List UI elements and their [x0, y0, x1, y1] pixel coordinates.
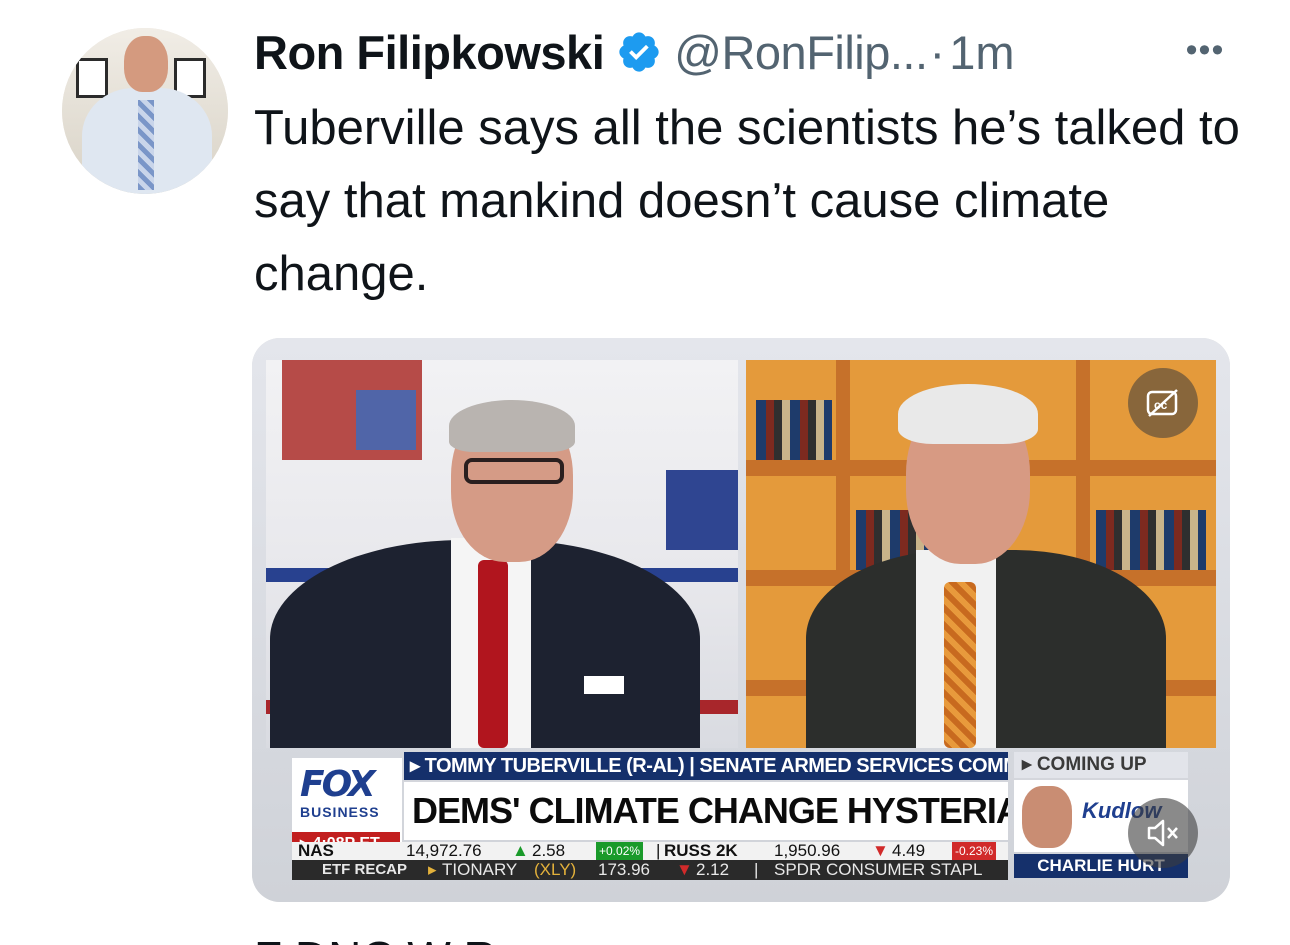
host-tie — [478, 560, 508, 748]
guest-banner: ▸ TOMMY TUBERVILLE (R-AL) | SENATE ARMED… — [404, 752, 1008, 780]
ticker-item-value: 173.96 — [598, 860, 650, 879]
guest-tie — [944, 582, 976, 748]
ticker-arrow-icon: ▸ — [428, 860, 437, 879]
ticker-separator: | — [754, 860, 759, 879]
verified-badge-icon[interactable] — [616, 29, 662, 75]
tweet-header: Ron Filipkowski @RonFilip... · 1m — [254, 24, 1015, 80]
author-avatar[interactable] — [62, 28, 228, 194]
avatar-wall-frame — [76, 58, 108, 98]
speaker-muted-glyph — [1147, 819, 1178, 847]
coming-up-text: COMING UP — [1036, 754, 1147, 775]
ticker-separator: | — [656, 842, 661, 860]
captions-glyph: cc — [1146, 389, 1178, 417]
host-video-panel — [266, 360, 738, 748]
author-name[interactable]: Ron Filipkowski — [254, 25, 605, 80]
host-hair — [449, 400, 575, 452]
ticker-index: NAS — [298, 842, 334, 860]
more-options-icon[interactable]: ••• — [1182, 30, 1228, 70]
ticker-percent: +0.02% — [596, 842, 644, 860]
captions-off-icon[interactable]: cc — [1128, 368, 1198, 438]
ticker-change: 2.58 — [532, 842, 566, 860]
next-tweet-text-partial: F DNC W R — [254, 928, 754, 945]
network-logo-text: FOX — [300, 764, 376, 805]
background-stars — [666, 470, 738, 550]
avatar-tie — [138, 100, 154, 190]
tweet-timestamp[interactable]: 1m — [949, 25, 1014, 80]
ticker-index: RUSS 2K — [664, 842, 738, 860]
author-handle[interactable]: @RonFilip... — [674, 25, 928, 80]
ticker-change: 4.49 — [892, 842, 926, 860]
ticker-down-arrow-icon: ▼ — [872, 842, 889, 860]
bookshelf-books — [756, 400, 832, 460]
guest-hair — [898, 384, 1038, 444]
avatar-head — [124, 36, 168, 92]
ticker-item-change: 2.12 — [696, 860, 730, 879]
ticker-down-arrow-icon: ▼ — [676, 860, 693, 879]
promo-portrait — [1022, 786, 1072, 848]
separator-dot: · — [929, 25, 946, 79]
ticker-up-arrow-icon: ▲ — [512, 842, 529, 860]
video-player[interactable]: FOX BUSINESS ▸ 4:08P ET ▸ TOMMY TUBERVIL… — [252, 338, 1230, 902]
ticker-item-name: SPDR CONSUMER STAPL — [774, 860, 983, 879]
ticker-item-name: TIONARY — [442, 860, 518, 879]
volume-muted-icon[interactable] — [1128, 798, 1198, 868]
host-pocket-square — [584, 676, 624, 694]
host-glasses — [464, 458, 564, 484]
ticker-value: 1,950.96 — [774, 842, 841, 860]
guest-banner-text: TOMMY TUBERVILLE (R-AL) | SENATE ARMED S… — [424, 755, 1008, 777]
ticker-percent: -0.23% — [952, 842, 997, 860]
background-flag-blue — [356, 390, 416, 450]
ticker-item-symbol: (XLY) — [534, 860, 577, 879]
coming-up-label: ▸ COMING UP — [1014, 752, 1188, 778]
ticker-label: ETF RECAP — [322, 861, 408, 878]
etf-ticker-row: ETF RECAP ▸ TIONARY (XLY) 173.96 ▼ 2.12 … — [292, 860, 1008, 880]
network-logo-subtext: BUSINESS — [300, 804, 380, 820]
stock-ticker-row: NAS 14,972.76 ▲ 2.58 +0.02% | RUSS 2K 1,… — [292, 842, 1008, 860]
ticker-value: 14,972.76 — [406, 842, 482, 860]
bookshelf-books — [1096, 510, 1206, 570]
tweet-text: Tuberville says all the scientists he’s … — [254, 101, 1240, 301]
headline-banner: DEMS' CLIMATE CHANGE HYSTERIA — [404, 782, 1008, 840]
news-lower-third: FOX BUSINESS ▸ 4:08P ET ▸ TOMMY TUBERVIL… — [292, 750, 1188, 884]
video-frame: FOX BUSINESS ▸ 4:08P ET ▸ TOMMY TUBERVIL… — [252, 338, 1230, 902]
